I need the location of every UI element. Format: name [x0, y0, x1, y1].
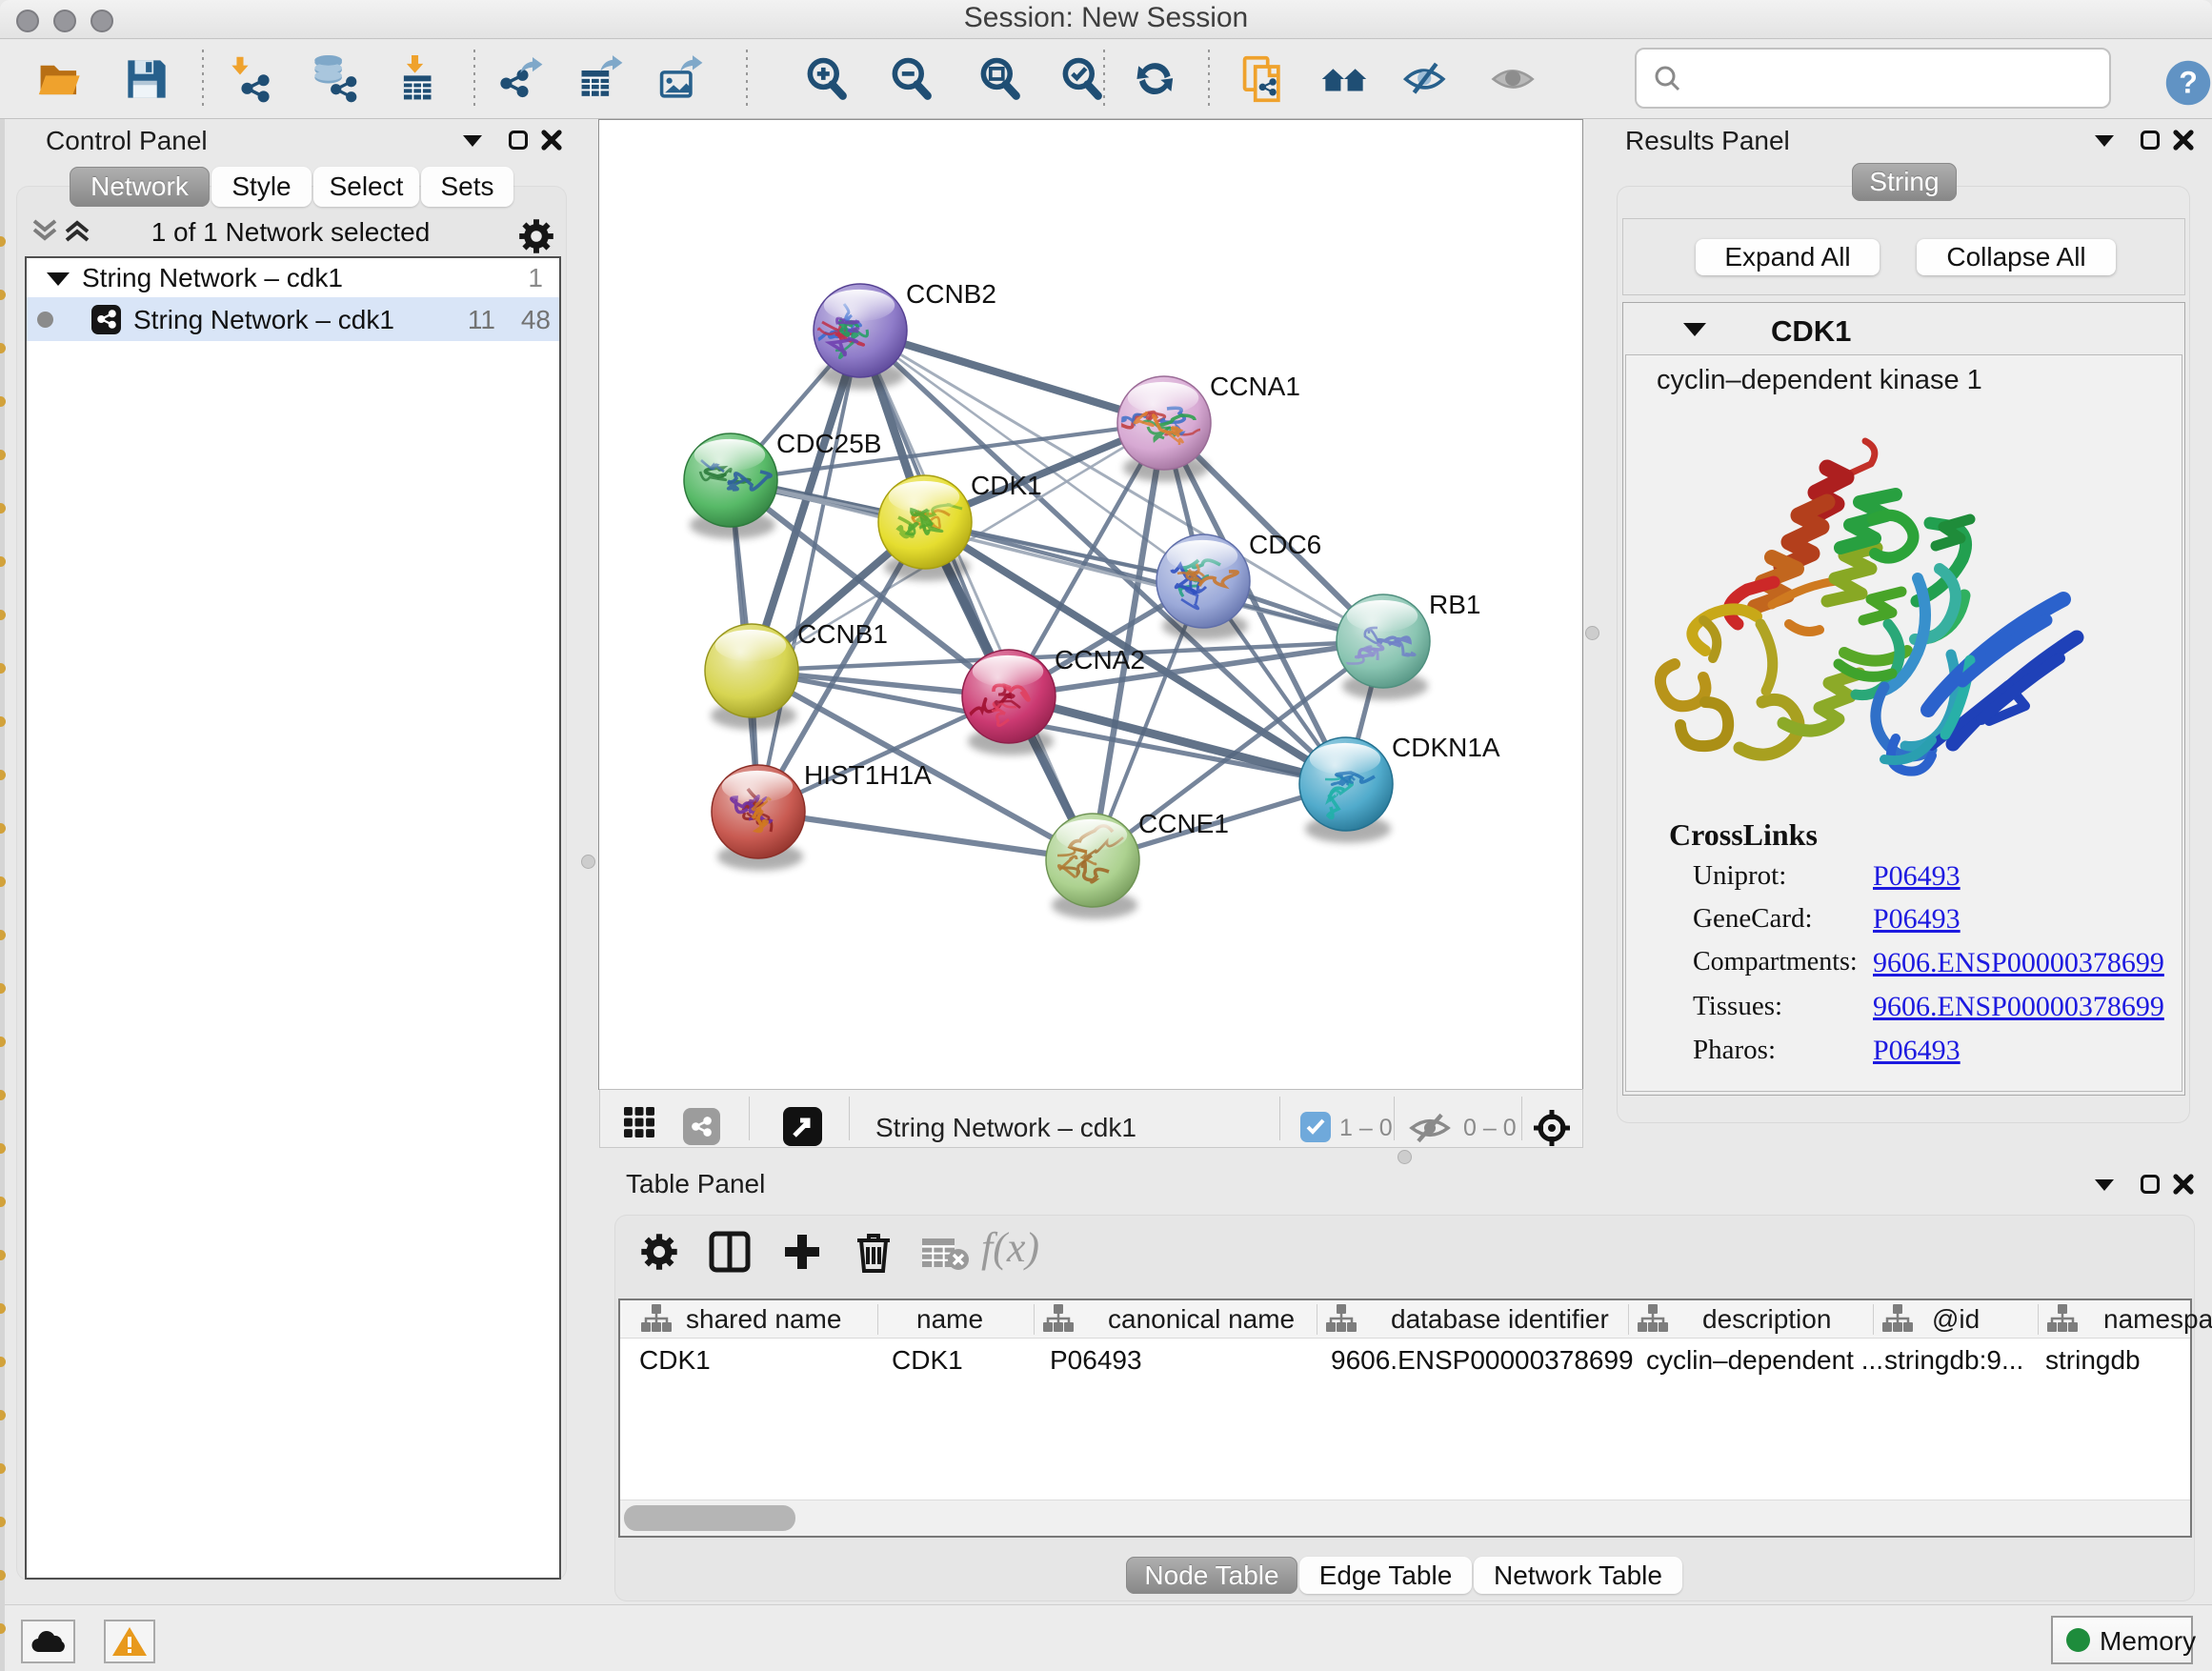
svg-text:CCNA1: CCNA1	[1210, 372, 1300, 401]
svg-text:CDC6: CDC6	[1249, 530, 1321, 559]
svg-text:CCNB1: CCNB1	[797, 619, 888, 649]
svg-text:HIST1H1A: HIST1H1A	[804, 760, 932, 790]
svg-text:RB1: RB1	[1429, 590, 1480, 619]
svg-text:?: ?	[2179, 66, 2198, 100]
svg-text:CDK1: CDK1	[971, 471, 1042, 500]
svg-text:CCNA2: CCNA2	[1055, 645, 1145, 674]
svg-text:CDC25B: CDC25B	[776, 429, 881, 458]
svg-text:CDKN1A: CDKN1A	[1392, 733, 1500, 762]
svg-text:CCNE1: CCNE1	[1138, 809, 1229, 838]
svg-text:CCNB2: CCNB2	[906, 279, 996, 309]
